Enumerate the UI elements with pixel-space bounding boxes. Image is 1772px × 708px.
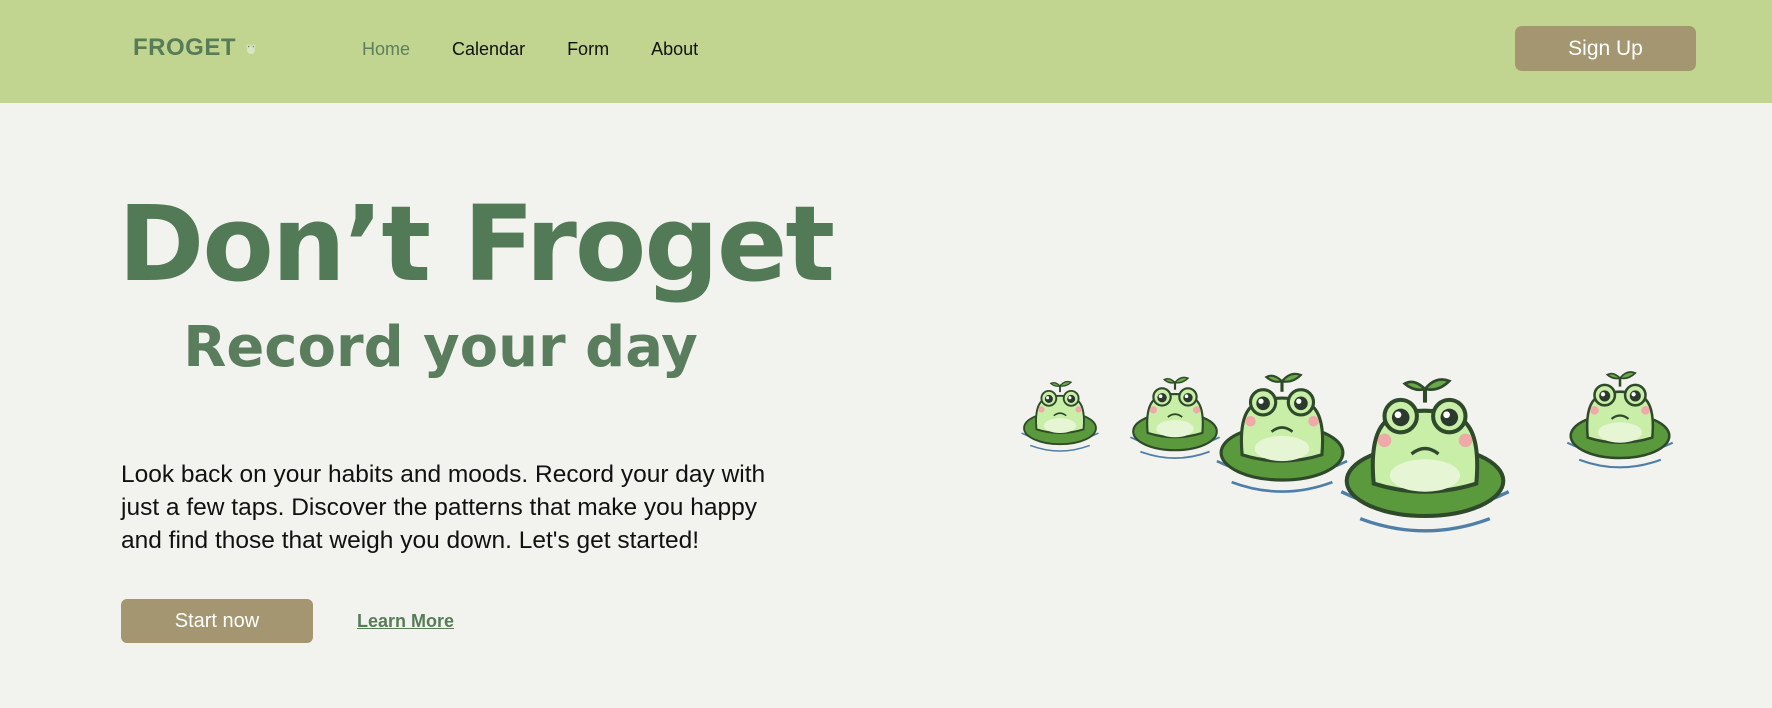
learn-more-link[interactable]: Learn More bbox=[357, 611, 454, 632]
frog-icon bbox=[246, 44, 256, 54]
hero-title: Don’t Froget bbox=[118, 183, 835, 305]
navbar: FROGET Home Calendar Form About Sign Up bbox=[0, 0, 1772, 103]
hero-description: Look back on your habits and moods. Reco… bbox=[121, 461, 766, 554]
nav-menu: Home Calendar Form About bbox=[362, 39, 698, 60]
nav-link-form[interactable]: Form bbox=[567, 39, 609, 60]
hero-subtitle: Record your day bbox=[183, 315, 698, 380]
brand-name: FROGET bbox=[133, 34, 236, 61]
nav-link-about[interactable]: About bbox=[651, 39, 698, 60]
brand-logo[interactable]: FROGET bbox=[133, 34, 258, 62]
nav-link-home[interactable]: Home bbox=[362, 39, 410, 60]
start-now-button[interactable]: Start now bbox=[121, 599, 313, 643]
frogs-on-lily-pads-illustration bbox=[1020, 370, 1674, 565]
signup-button[interactable]: Sign Up bbox=[1515, 26, 1696, 71]
nav-link-calendar[interactable]: Calendar bbox=[452, 39, 525, 60]
